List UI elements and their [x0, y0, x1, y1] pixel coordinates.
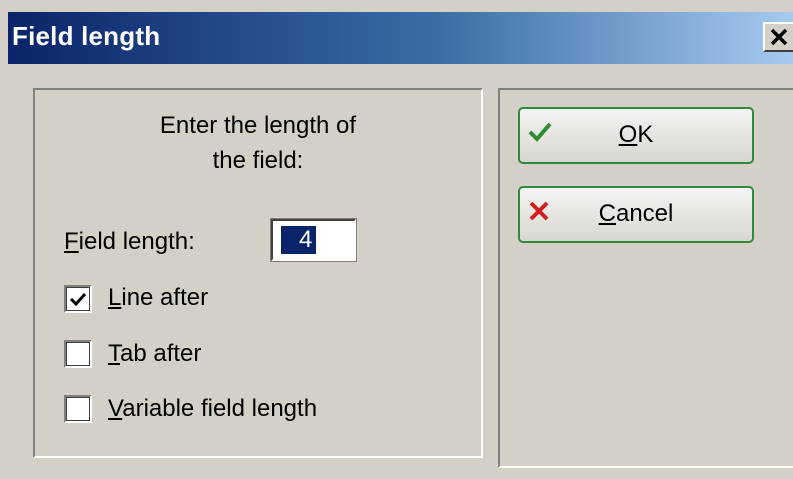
field-length-input[interactable]: 4 — [270, 218, 357, 262]
close-button[interactable] — [763, 22, 793, 52]
ok-label: OK — [618, 121, 654, 148]
field-length-value: 4 — [281, 226, 317, 254]
tab-after-label[interactable]: Tab after — [108, 340, 201, 368]
prompt-line-1: Enter the length of — [159, 112, 357, 139]
prompt-line-2: the field: — [212, 147, 304, 174]
variable-field-length-checkbox[interactable] — [64, 395, 92, 423]
line-after-label[interactable]: Line after — [108, 284, 208, 312]
line-after-checkbox[interactable] — [64, 285, 92, 313]
cancel-label: Cancel — [598, 200, 674, 227]
ok-button[interactable]: OK — [518, 107, 754, 164]
window-title: Field length — [12, 21, 161, 51]
close-icon — [770, 28, 788, 46]
cancel-button[interactable]: Cancel — [518, 186, 754, 243]
variable-field-length-label[interactable]: Variable field length — [108, 395, 317, 423]
checkmark-icon — [69, 292, 87, 307]
tab-after-checkbox[interactable] — [64, 340, 92, 368]
field-length-label: Field length: — [64, 228, 195, 255]
title-bar: Field length — [8, 12, 793, 64]
